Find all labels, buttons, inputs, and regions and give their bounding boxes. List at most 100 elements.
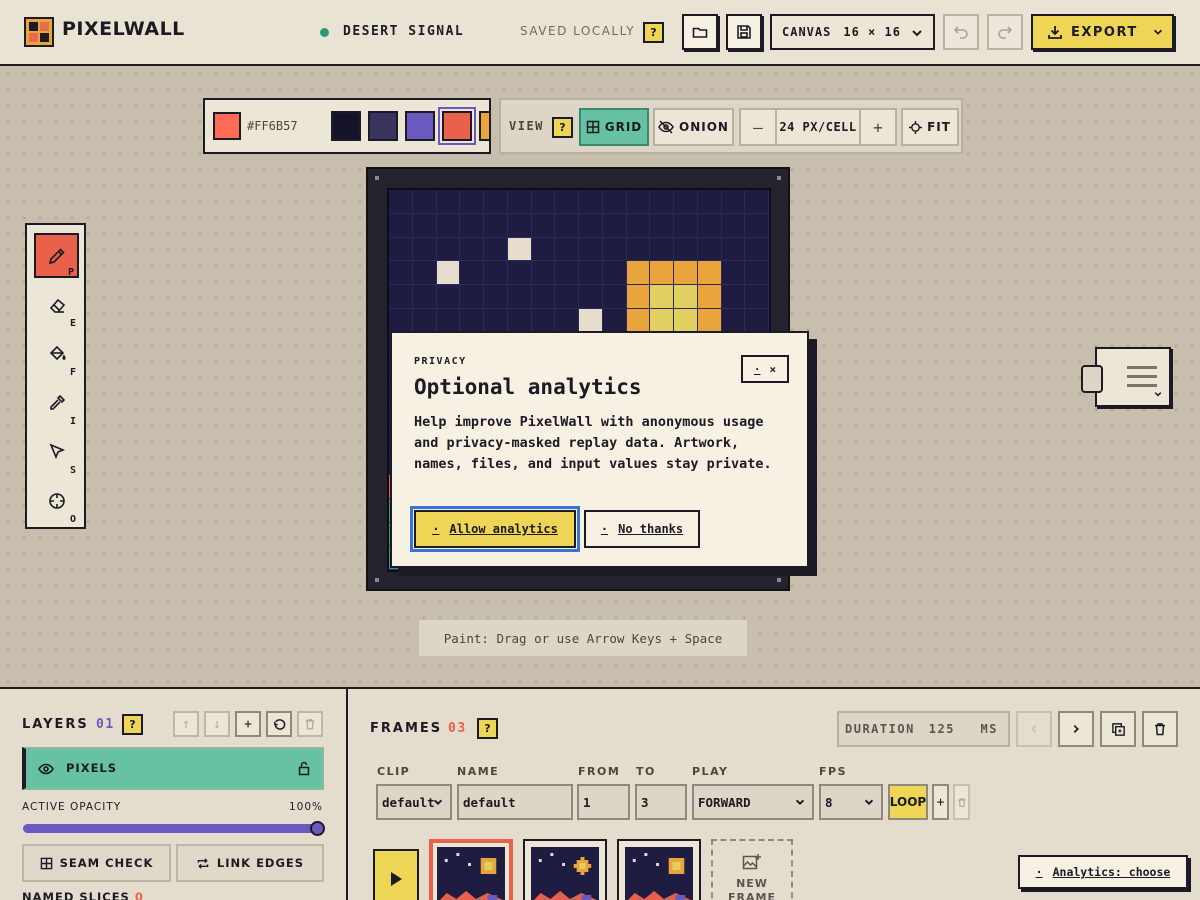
pixel-cell[interactable] bbox=[412, 285, 437, 309]
frame-thumbnail-2[interactable] bbox=[523, 839, 607, 900]
pixel-cell[interactable] bbox=[650, 237, 674, 262]
save-help-button[interactable]: ? bbox=[643, 22, 664, 43]
clip-name-input[interactable]: default bbox=[457, 784, 573, 820]
pixel-cell[interactable] bbox=[555, 237, 579, 262]
pixel-cell[interactable] bbox=[579, 261, 603, 285]
analytics-choice-chip[interactable]: · Analytics: choose bbox=[1018, 855, 1188, 889]
opacity-slider[interactable] bbox=[23, 821, 325, 836]
pixel-cell[interactable] bbox=[531, 285, 556, 309]
pixel-cell[interactable] bbox=[626, 190, 651, 214]
pixel-cell[interactable] bbox=[389, 308, 413, 333]
pixel-cell[interactable] bbox=[650, 190, 674, 214]
pixel-cell[interactable] bbox=[674, 213, 698, 238]
pixel-cell[interactable] bbox=[412, 237, 437, 262]
fill-tool[interactable]: F bbox=[34, 331, 79, 378]
pencil-tool[interactable]: P bbox=[34, 233, 79, 278]
add-layer-button[interactable]: + bbox=[235, 711, 261, 737]
save-button[interactable] bbox=[726, 14, 762, 50]
no-thanks-button[interactable]: · No thanks bbox=[584, 510, 700, 548]
reset-layer-button[interactable] bbox=[266, 711, 292, 737]
pixel-cell[interactable] bbox=[531, 308, 556, 333]
layer-row-pixels[interactable]: PIXELS bbox=[22, 747, 324, 790]
pixel-cell[interactable] bbox=[412, 190, 437, 214]
pixel-cell[interactable] bbox=[436, 190, 461, 214]
pixel-cell[interactable] bbox=[626, 261, 651, 285]
pixel-cell[interactable] bbox=[412, 213, 437, 238]
delete-frame-button[interactable] bbox=[1142, 711, 1178, 747]
pixel-cell[interactable] bbox=[412, 261, 437, 285]
pixel-cell[interactable] bbox=[555, 190, 579, 214]
pixel-cell[interactable] bbox=[460, 308, 484, 333]
frame-thumbnail-1[interactable] bbox=[429, 839, 513, 900]
view-help-button[interactable]: ? bbox=[552, 117, 573, 138]
zoom-out-button[interactable]: – bbox=[741, 110, 775, 144]
link-edges-button[interactable]: LINK EDGES bbox=[176, 844, 324, 882]
pixel-cell[interactable] bbox=[626, 237, 651, 262]
pixel-cell[interactable] bbox=[745, 308, 769, 333]
pixel-cell[interactable] bbox=[697, 285, 722, 309]
pixel-cell[interactable] bbox=[626, 213, 651, 238]
pixel-cell[interactable] bbox=[721, 213, 746, 238]
pixel-cell[interactable] bbox=[674, 237, 698, 262]
pixel-cell[interactable] bbox=[531, 213, 556, 238]
seam-check-button[interactable]: SEAM CHECK bbox=[22, 844, 171, 882]
new-frame-button[interactable]: NEW FRAME bbox=[711, 839, 793, 900]
select-tool[interactable]: S bbox=[34, 429, 79, 476]
prev-frame-button[interactable] bbox=[1016, 711, 1052, 747]
onion-skin-toggle[interactable]: ONION bbox=[653, 108, 734, 146]
pixel-cell[interactable] bbox=[579, 237, 603, 262]
pixel-cell[interactable] bbox=[579, 285, 603, 309]
pixel-cell[interactable] bbox=[650, 285, 674, 309]
palette-swatch-4[interactable] bbox=[438, 107, 476, 145]
pixel-cell[interactable] bbox=[484, 308, 508, 333]
pixel-cell[interactable] bbox=[579, 213, 603, 238]
open-file-button[interactable] bbox=[682, 14, 718, 50]
eye-icon[interactable] bbox=[38, 762, 54, 776]
pixel-cell[interactable] bbox=[484, 261, 508, 285]
next-frame-button[interactable] bbox=[1058, 711, 1094, 747]
pixel-cell[interactable] bbox=[531, 261, 556, 285]
pixel-cell[interactable] bbox=[602, 213, 627, 238]
pixel-cell[interactable] bbox=[555, 285, 579, 309]
frame-duration-field[interactable]: DURATION 125 MS bbox=[837, 711, 1010, 747]
pixel-cell[interactable] bbox=[721, 308, 746, 333]
zoom-in-button[interactable]: + bbox=[861, 110, 895, 144]
pixel-cell[interactable] bbox=[460, 285, 484, 309]
palette-swatch-2[interactable] bbox=[368, 111, 398, 141]
pixel-cell[interactable] bbox=[507, 213, 532, 238]
pixel-cell[interactable] bbox=[745, 190, 769, 214]
pixel-cell[interactable] bbox=[389, 190, 413, 214]
pixel-cell[interactable] bbox=[555, 308, 579, 333]
drawer-grip[interactable] bbox=[1081, 365, 1103, 393]
pixel-cell[interactable] bbox=[507, 190, 532, 214]
pixel-cell[interactable] bbox=[650, 308, 674, 333]
duplicate-frame-button[interactable] bbox=[1100, 711, 1136, 747]
pixel-cell[interactable] bbox=[484, 237, 508, 262]
unlock-icon[interactable] bbox=[298, 761, 310, 776]
pixel-cell[interactable] bbox=[436, 285, 461, 309]
redo-button[interactable] bbox=[987, 14, 1023, 50]
play-animation-button[interactable] bbox=[373, 849, 419, 900]
pixel-cell[interactable] bbox=[745, 285, 769, 309]
eyedropper-tool[interactable]: I bbox=[34, 380, 79, 427]
pixel-cell[interactable] bbox=[602, 285, 627, 309]
play-mode-select[interactable]: FORWARD bbox=[692, 784, 814, 820]
project-name[interactable]: DESERT SIGNAL bbox=[343, 24, 464, 39]
to-frame-input[interactable]: 3 bbox=[635, 784, 687, 820]
pixel-cell[interactable] bbox=[389, 237, 413, 262]
grid-toggle[interactable]: GRID bbox=[579, 108, 649, 146]
palette-swatch-1[interactable] bbox=[331, 111, 361, 141]
pixel-cell[interactable] bbox=[460, 213, 484, 238]
add-clip-button[interactable]: + bbox=[932, 784, 949, 820]
pixel-cell[interactable] bbox=[436, 261, 461, 285]
pixel-cell[interactable] bbox=[602, 237, 627, 262]
pixel-cell[interactable] bbox=[460, 261, 484, 285]
pixel-cell[interactable] bbox=[389, 213, 413, 238]
export-button[interactable]: EXPORT bbox=[1031, 14, 1174, 50]
pixel-cell[interactable] bbox=[484, 190, 508, 214]
pixel-cell[interactable] bbox=[555, 261, 579, 285]
pixel-cell[interactable] bbox=[484, 213, 508, 238]
palette-swatch-5[interactable] bbox=[479, 111, 489, 141]
palette-swatch-3[interactable] bbox=[405, 111, 435, 141]
fit-button[interactable]: FIT bbox=[901, 108, 959, 146]
